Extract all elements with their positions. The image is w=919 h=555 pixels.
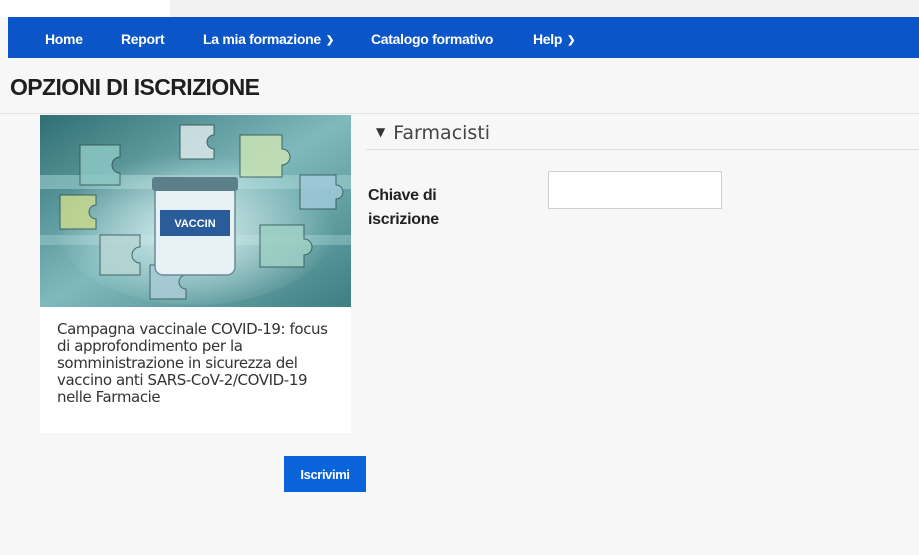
nav-help[interactable]: Help ❯ [533, 31, 576, 47]
section-header-farmacisti[interactable]: ▼ Farmacisti [376, 122, 490, 144]
main-navbar: Home Report La mia formazione ❯ Catalogo … [8, 17, 919, 58]
nav-home-label: Home [45, 31, 83, 47]
enrol-button[interactable]: Iscrivimi [284, 456, 366, 492]
enrolment-key-label: Chiave di iscrizione [368, 187, 439, 228]
nav-help-label: Help [533, 31, 563, 47]
browser-top-strip [0, 0, 919, 17]
nav-la-mia-formazione-label: La mia formazione [203, 31, 321, 47]
chevron-down-icon: ❯ [325, 35, 334, 46]
caret-down-icon: ▼ [376, 125, 386, 139]
nav-la-mia-formazione[interactable]: La mia formazione ❯ [203, 31, 334, 47]
nav-home[interactable]: Home [45, 31, 83, 47]
section-divider [366, 149, 919, 150]
nav-catalogo-formativo-label: Catalogo formativo [371, 31, 494, 47]
top-strip-highlight [0, 0, 170, 17]
page-title: OPZIONI DI ISCRIZIONE [10, 74, 260, 100]
course-image[interactable]: VACCIN [40, 115, 351, 307]
nav-catalogo-formativo[interactable]: Catalogo formativo [371, 31, 493, 47]
nav-report-label: Report [121, 31, 165, 47]
course-description: Campagna vaccinale COVID-19: focus di ap… [57, 320, 328, 406]
nav-report[interactable]: Report [121, 31, 165, 47]
chevron-down-icon: ❯ [567, 35, 576, 46]
enrolment-key-input[interactable] [548, 171, 722, 209]
vial-label: VACCIN [174, 218, 215, 230]
course-card: VACCIN Campagna vaccinale COVID-19: focu… [40, 115, 351, 433]
puzzle-image: VACCIN [40, 115, 351, 307]
section-title: Farmacisti [393, 122, 491, 144]
content-divider [0, 113, 919, 114]
